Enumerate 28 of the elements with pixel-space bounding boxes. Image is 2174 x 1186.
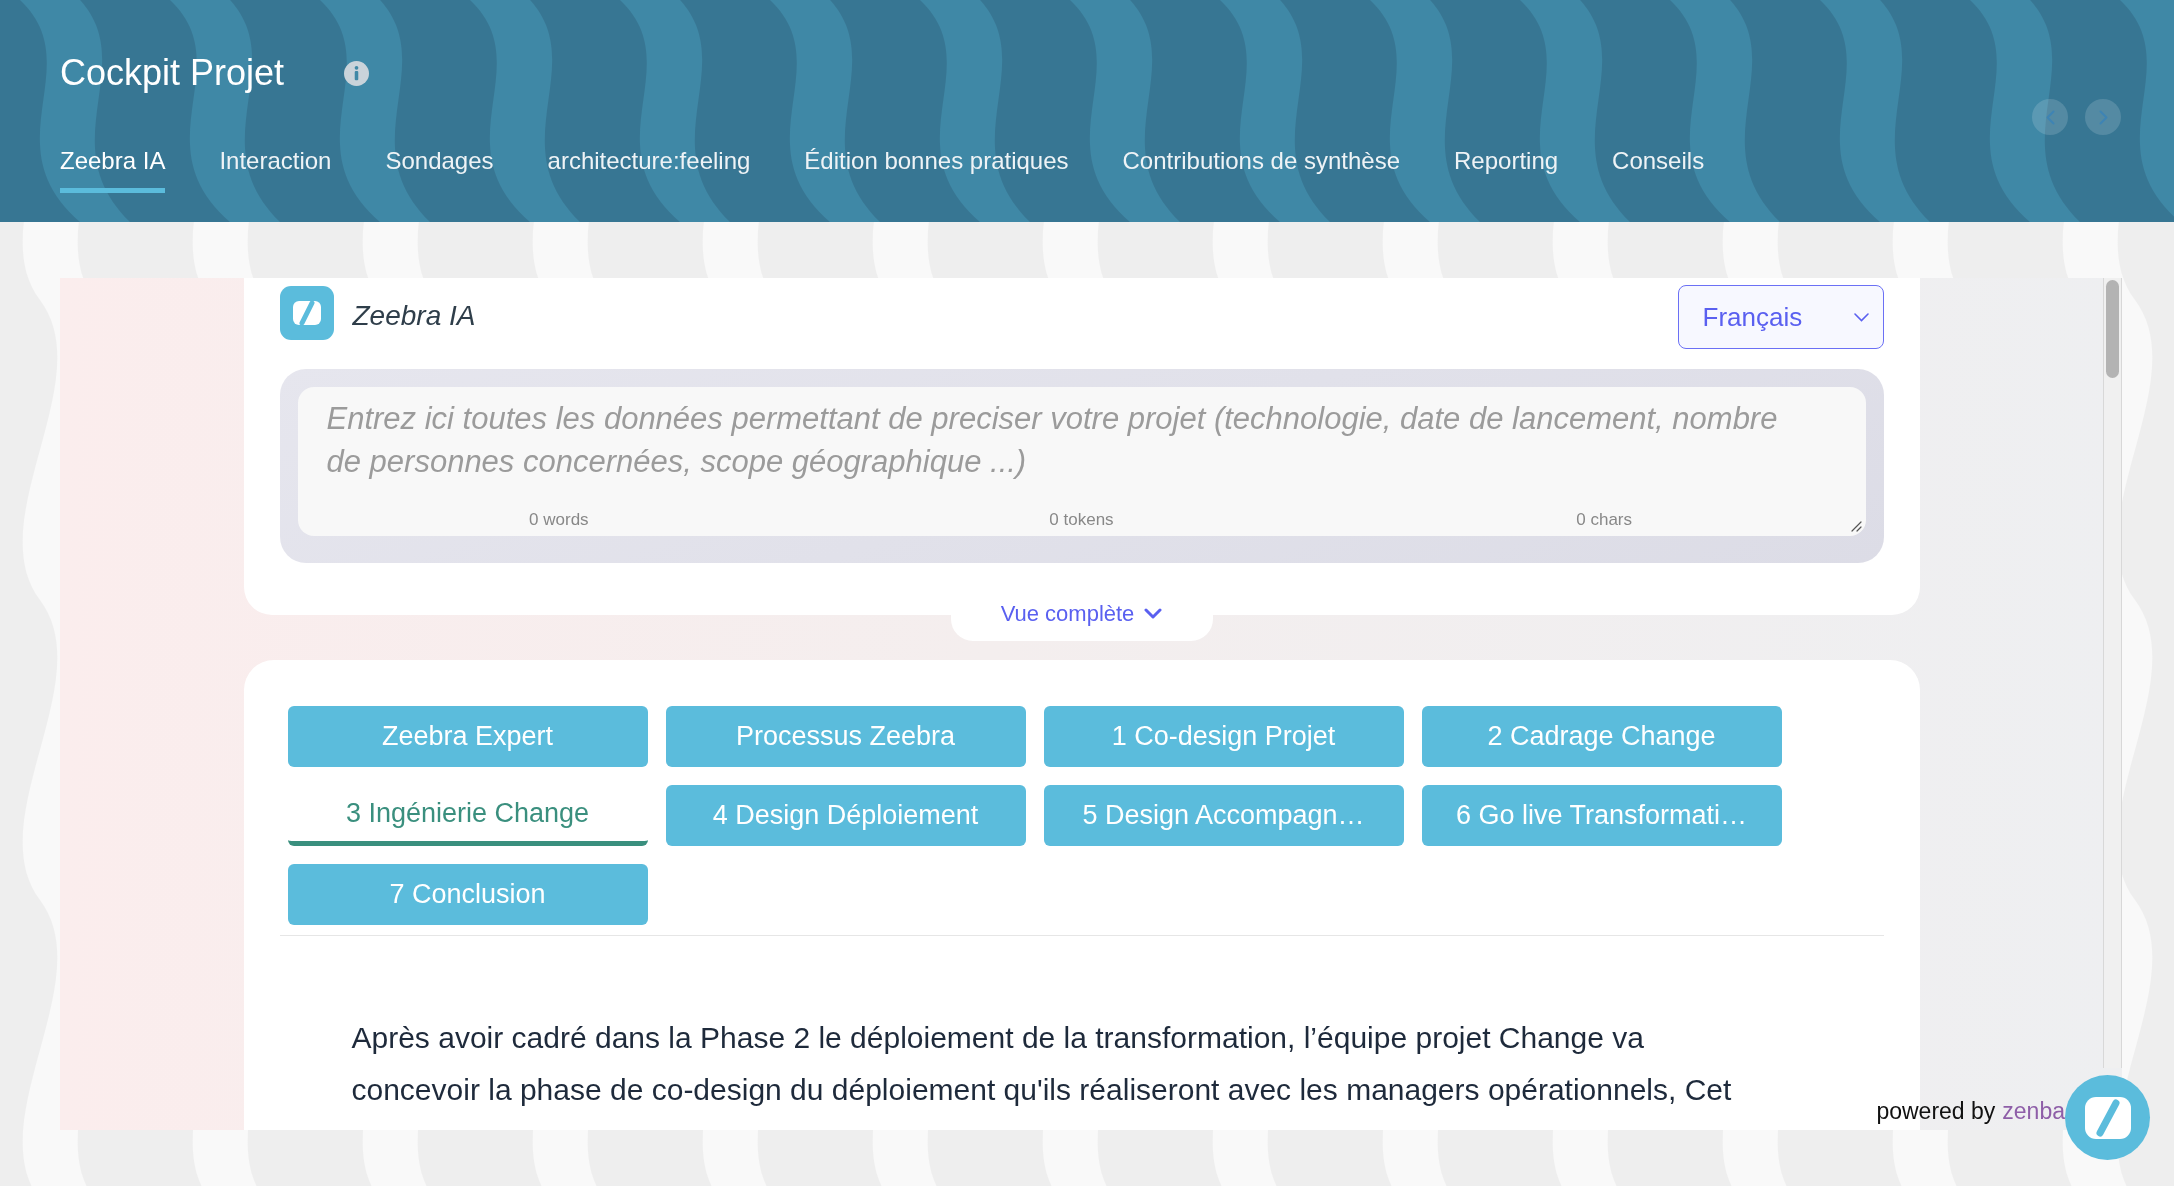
next-button[interactable] [2085, 99, 2121, 135]
chevron-down-icon [1853, 312, 1869, 322]
powered-by-text: powered by [1876, 1096, 1996, 1125]
body-paragraph: Après avoir cadré dans la Phase 2 le déploiement de la transformation, l’équipe projet Change va concevoir la phase de co-design du déploiement qu'ils réaliseront avec les managers opérationnels, Cet [351, 1020, 1732, 1108]
info-icon[interactable] [344, 60, 370, 86]
nav-tab[interactable]: Sondages [385, 146, 494, 193]
nav-tab[interactable]: Zeebra IA [60, 146, 166, 193]
brand-name: zenba [2002, 1096, 2065, 1125]
nav-tab[interactable]: Édition bonnes pratiques [804, 146, 1069, 193]
prompt-field[interactable]: Entrez ici toutes les données permettant de preciser votre projet (technologie, date de lancement, nombre de personnes concernées, scope géographique ...) 0 words 0 tokens 0 chars [297, 387, 1866, 536]
nav-tab[interactable]: architecture:feeling [547, 146, 751, 193]
logo-icon [2084, 1096, 2131, 1139]
nav-tab[interactable]: Interaction [219, 146, 332, 193]
nav-tab[interactable]: Reporting [1454, 146, 1559, 193]
language-select[interactable]: Français [1677, 285, 1884, 349]
assistant-name: Zeebra IA [352, 299, 476, 333]
scrollbar-thumb[interactable] [2106, 280, 2119, 378]
chevron-down-icon [1144, 607, 1163, 619]
counter-text: 0 chars [1576, 510, 1633, 529]
page-title: Cockpit Projet [60, 51, 285, 95]
chevron-left-icon [2045, 109, 2055, 125]
counter-text: 0 words [529, 510, 589, 529]
logo-icon [279, 286, 334, 340]
previous-button[interactable] [2032, 99, 2068, 135]
nav-tab[interactable]: Contributions de synthèse [1122, 146, 1401, 193]
nav-tab[interactable]: Conseils [1612, 146, 1705, 193]
counter-text: 0 tokens [1049, 510, 1114, 529]
resize-handle-icon[interactable] [1850, 521, 1862, 532]
